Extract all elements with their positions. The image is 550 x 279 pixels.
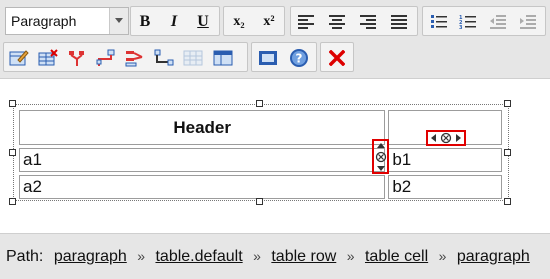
align-right-icon [360,15,376,29]
underline-button[interactable]: U [190,9,216,35]
insert-column-button[interactable] [151,45,177,71]
close-editor-button[interactable] [324,45,350,71]
delete-table-button[interactable] [35,45,61,71]
insert-row-icon [96,49,115,66]
table-tools-group [3,42,248,72]
merge-cells-button[interactable] [180,45,206,71]
merge-cells-icon [183,50,203,66]
wysiwyg-editor: Paragraph B I U x₂ x² 1 2 3 ? Header a1 … [0,0,550,279]
table-cell[interactable]: b2 [388,175,502,199]
resize-handle[interactable] [504,100,511,107]
help-button[interactable]: ? [286,45,312,71]
text-style-group: B I U [130,6,220,36]
delete-table-icon [38,49,58,66]
resize-handle[interactable] [256,198,263,205]
table-cell[interactable]: a1 [19,148,386,172]
indent-button[interactable] [515,9,541,35]
alignment-group [290,6,418,36]
path-separator: » [253,248,261,264]
align-justify-icon [391,15,407,29]
resize-handle[interactable] [504,149,511,156]
delete-column-button[interactable] [122,45,148,71]
path-crumb-paragraph[interactable]: paragraph [54,248,127,265]
edit-table-button[interactable] [6,45,32,71]
align-justify-button[interactable] [386,9,412,35]
row-resize-handle-icon[interactable] [375,142,387,172]
numbered-list-icon: 123 [459,15,476,30]
path-crumb-table[interactable]: table.default [155,248,242,265]
path-separator: » [438,248,447,264]
column-resize-handle-icon[interactable] [430,132,462,144]
delete-column-icon [125,51,143,67]
bold-button[interactable]: B [132,9,158,35]
split-cells-button[interactable] [210,45,236,71]
paragraph-format-select[interactable]: Paragraph [5,7,129,35]
align-center-icon [329,15,345,29]
chevron-down-icon[interactable] [109,8,128,34]
table-row: a1 b1 [19,148,502,172]
bullet-list-icon [431,15,447,28]
resize-handle[interactable] [9,149,16,156]
insert-row-button[interactable] [93,45,119,71]
table-row: a2 b2 [19,175,502,199]
align-left-button[interactable] [293,9,319,35]
align-left-icon [298,15,314,29]
align-center-button[interactable] [324,9,350,35]
delete-row-button[interactable] [64,45,90,71]
path-crumb-table-row[interactable]: table row [271,248,336,265]
indent-icon [520,15,536,29]
path-separator: » [137,248,146,264]
editor-toolbar: Paragraph B I U x₂ x² 1 2 3 ? [0,0,550,79]
svg-text:?: ? [296,52,303,66]
italic-button[interactable]: I [161,9,187,35]
path-label: Path: [6,248,44,265]
show-blocks-icon [259,51,277,65]
status-bar: Path: paragraph » table.default » table … [0,233,550,279]
edit-table-icon [9,50,29,66]
split-cells-icon [213,50,233,66]
show-blocks-button[interactable] [255,45,281,71]
close-icon [329,50,345,66]
path-crumb-paragraph-2[interactable]: paragraph [457,248,530,265]
outdent-button[interactable] [485,9,511,35]
subscript-button[interactable]: x₂ [226,9,252,35]
list-group: 123 [422,6,546,36]
resize-handle[interactable] [256,100,263,107]
superscript-button[interactable]: x² [256,9,282,35]
resize-handle[interactable] [9,198,16,205]
close-group [320,42,354,72]
table-header-cell[interactable]: Header [19,110,386,145]
outdent-icon [490,15,506,29]
help-icon: ? [290,49,308,67]
align-right-button[interactable] [355,9,381,35]
path-separator: » [346,248,355,264]
format-select-value: Paragraph [11,13,77,29]
resize-handle[interactable] [504,198,511,205]
path-crumb-table-cell[interactable]: table cell [365,248,428,265]
element-path: Path: paragraph » table.default » table … [6,248,530,266]
table-cell[interactable]: a2 [19,175,386,199]
resize-handle[interactable] [9,100,16,107]
view-group: ? [251,42,317,72]
svg-text:3: 3 [459,25,463,30]
delete-row-icon [69,51,84,66]
table-cell[interactable]: b1 [388,148,502,172]
numbered-list-button[interactable]: 123 [455,9,481,35]
bullet-list-button[interactable] [426,9,452,35]
script-group: x₂ x² [223,6,285,36]
content-table[interactable]: Header a1 b1 a2 b2 [16,107,505,202]
insert-column-icon [154,49,174,66]
